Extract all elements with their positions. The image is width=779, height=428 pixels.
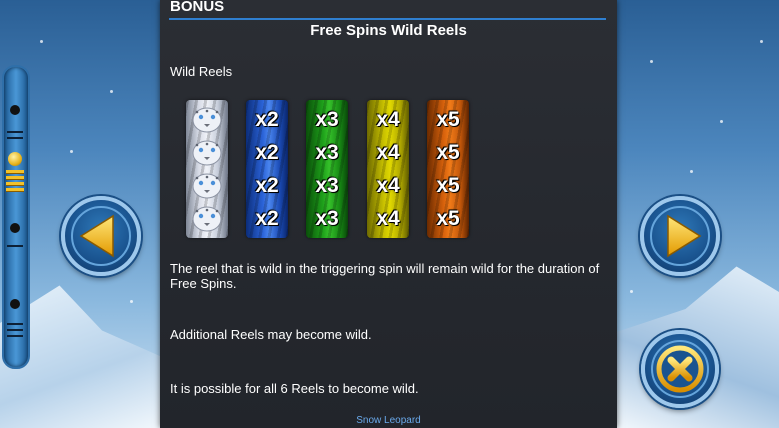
multiplier-label: x4: [376, 141, 400, 164]
title-divider: [169, 18, 606, 20]
next-page-button[interactable]: [640, 196, 720, 276]
section-title: BONUS: [170, 0, 225, 15]
previous-page-button[interactable]: [61, 196, 141, 276]
arrow-left-icon: [79, 214, 114, 258]
wild-reels-label: Wild Reels: [170, 64, 233, 79]
multiplier-label: x2: [255, 174, 279, 197]
multiplier-label: x3: [315, 174, 339, 197]
reel-x5: x5 x5 x5 x5: [427, 100, 469, 238]
close-icon: [656, 345, 704, 393]
leopard-symbol-icon: [190, 104, 224, 134]
info-paragraph: The reel that is wild in the triggering …: [170, 261, 600, 291]
info-paragraph: It is possible for all 6 Reels to become…: [170, 381, 419, 396]
paytable-panel: BONUS Free Spins Wild Reels Wild Reels x…: [160, 0, 617, 428]
reel-x4: x4 x4 x4 x4: [367, 100, 409, 238]
multiplier-label: x2: [255, 207, 279, 230]
reel-x2: x2 x2 x2 x2: [246, 100, 288, 238]
multiplier-label: x5: [436, 207, 460, 230]
multiplier-label: x5: [436, 108, 460, 131]
reel-leopard: [186, 100, 228, 238]
info-paragraph: Additional Reels may become wild.: [170, 327, 372, 342]
multiplier-label: x4: [376, 108, 400, 131]
slider-handle[interactable]: [6, 152, 24, 197]
multiplier-label: x2: [255, 108, 279, 131]
multiplier-label: x5: [436, 141, 460, 164]
close-button[interactable]: [641, 330, 719, 408]
multiplier-label: x3: [315, 108, 339, 131]
wild-reels-illustration: x2 x2 x2 x2 x3 x3 x3 x3 x4 x4 x4 x4 x5 x5 x5 x5: [186, 100, 476, 238]
multiplier-label: x4: [376, 174, 400, 197]
page-title: Free Spins Wild Reels: [310, 22, 467, 39]
multiplier-label: x2: [255, 141, 279, 164]
multiplier-label: x3: [315, 141, 339, 164]
scroll-slider[interactable]: [2, 65, 30, 369]
leopard-symbol-icon: [190, 137, 224, 167]
reel-x3: x3 x3 x3 x3: [306, 100, 348, 238]
arrow-right-icon: [667, 214, 702, 258]
multiplier-label: x5: [436, 174, 460, 197]
multiplier-label: x3: [315, 207, 339, 230]
multiplier-label: x4: [376, 207, 400, 230]
game-name-footer: Snow Leopard: [356, 415, 421, 426]
leopard-symbol-icon: [190, 170, 224, 200]
leopard-symbol-icon: [190, 203, 224, 233]
